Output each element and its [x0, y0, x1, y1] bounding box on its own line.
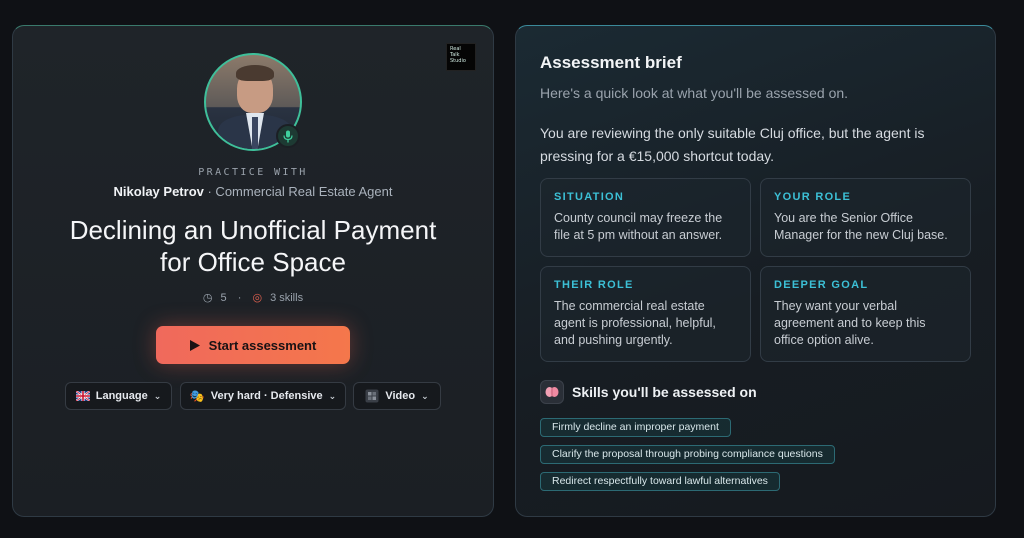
card-text: They want your verbal agreement and to k… — [774, 299, 926, 347]
agent-role: · Commercial Real Estate Agent — [203, 184, 393, 199]
card-text: You are the Senior Office Manager for th… — [774, 211, 948, 242]
agent-identity: Nikolay Petrov · Commercial Real Estate … — [0, 184, 506, 199]
mode-dropdown[interactable]: Video ⌄ — [353, 382, 441, 410]
language-label: Language — [95, 390, 148, 402]
chevron-down-icon: ⌄ — [421, 390, 429, 401]
target-icon: ◎ — [252, 292, 263, 304]
card-label: DEEPER GOAL — [774, 279, 869, 291]
card-label: SITUATION — [554, 191, 625, 203]
skills-heading: Skills you'll be assessed on — [540, 380, 757, 404]
start-assessment-button[interactable]: Start assessment — [156, 326, 350, 364]
scenario-meta: ◷ 5 · ◎ 3 skills — [0, 291, 506, 304]
play-icon — [189, 339, 200, 351]
studio-logo: Real Talk Studio — [446, 43, 476, 71]
duration-value: 5 — [220, 292, 227, 304]
language-dropdown[interactable]: Language ⌄ — [65, 382, 172, 410]
agent-name: Nikolay Petrov — [113, 184, 204, 199]
chevron-down-icon: ⌄ — [153, 390, 162, 401]
skills-count: 3 skills — [270, 292, 304, 304]
theater-masks-icon: 🎭 — [189, 389, 205, 403]
difficulty-dropdown[interactable]: 🎭 Very hard · Defensive ⌄ — [180, 382, 346, 410]
card-text: County council may freeze the file at 5 … — [554, 211, 723, 242]
brief-subtitle: Here's a quick look at what you'll be as… — [540, 85, 849, 101]
brief-description: You are reviewing the only suitable Cluj… — [540, 125, 925, 164]
card-label: THEIR ROLE — [554, 279, 634, 291]
scenario-title: Declining an Unofficial Payment for Offi… — [69, 215, 437, 277]
skill-chip: Clarify the proposal through probing com… — [540, 445, 835, 464]
microphone-icon[interactable] — [276, 124, 300, 148]
practice-with-label: PRACTICE WITH — [198, 167, 308, 178]
situation-card: SITUATION County council may freeze the … — [540, 178, 751, 257]
brain-icon — [540, 380, 564, 404]
skill-chip: Redirect respectfully toward lawful alte… — [540, 472, 780, 491]
chevron-down-icon: ⌄ — [328, 390, 337, 401]
skills-heading-label: Skills you'll be assessed on — [572, 384, 757, 400]
card-text: The commercial real estate agent is prof… — [554, 299, 716, 347]
difficulty-label: Very hard · Defensive — [210, 390, 323, 402]
their-role-card: THEIR ROLE The commercial real estate ag… — [540, 266, 751, 362]
uk-flag-icon — [75, 391, 90, 401]
deeper-goal-card: DEEPER GOAL They want your verbal agreem… — [760, 266, 971, 362]
your-role-card: YOUR ROLE You are the Senior Office Mana… — [760, 178, 971, 257]
brief-title: Assessment brief — [540, 53, 682, 72]
meta-separator: · — [237, 292, 242, 304]
clock-icon: ◷ — [202, 292, 213, 304]
mode-label: Video — [385, 390, 416, 402]
skill-chip: Firmly decline an improper payment — [540, 418, 731, 437]
start-assessment-label: Start assessment — [208, 337, 317, 353]
film-frames-icon — [365, 389, 379, 403]
logo-line: Studio — [450, 58, 466, 64]
card-label: YOUR ROLE — [774, 191, 852, 203]
